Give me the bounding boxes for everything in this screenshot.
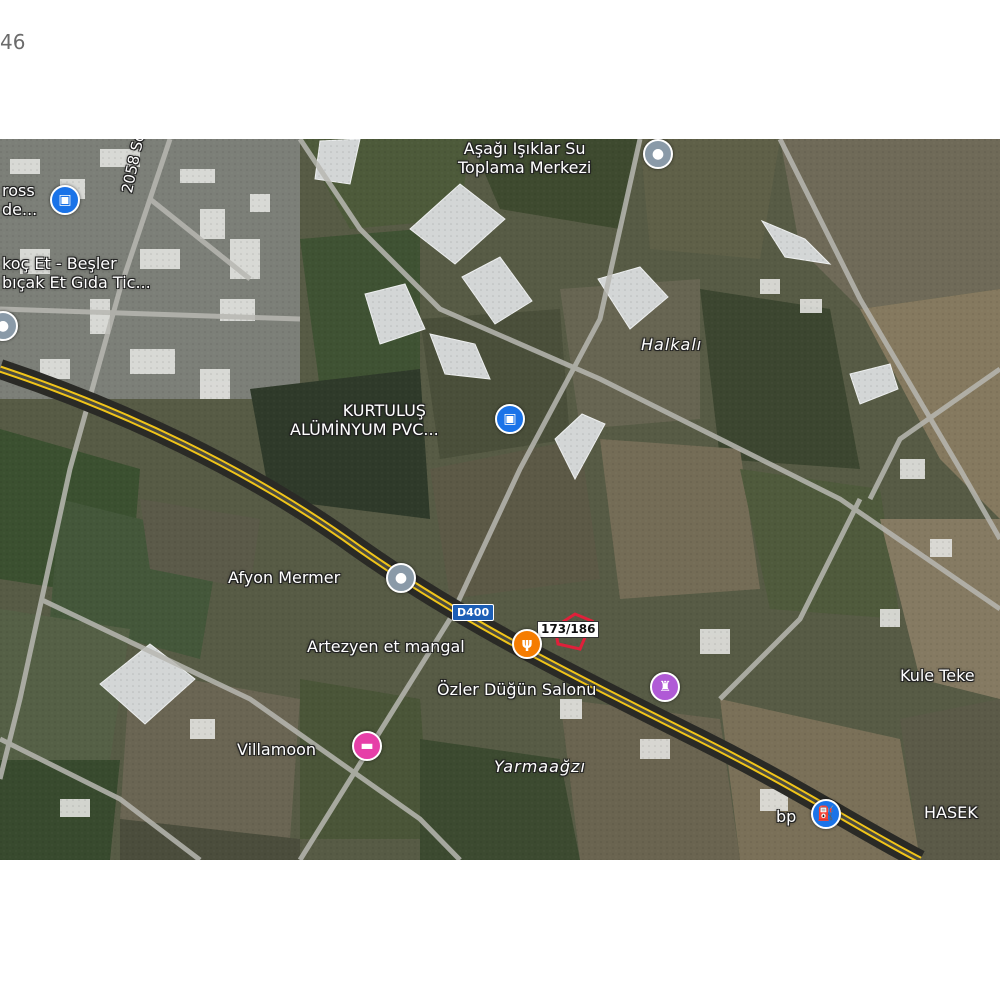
shopping-bag-icon[interactable]: ▣ [495,404,525,434]
poi-label-asagi: Aşağı Işıklar Su Toplama Merkezi [458,139,592,177]
poi-label-ozler: Özler Düğün Salonu [437,680,597,699]
poi-label-cross: ross de... [2,181,38,219]
area-label-halkali: Halkalı [641,335,703,354]
place-pin-icon[interactable]: ● [643,139,673,169]
area-label-yarmaagzi: Yarmaağzı [494,757,586,776]
parcel-label: 173/186 [537,621,600,638]
poi-label-besler: koç Et - Beşler bıçak Et Gıda Tic... [2,254,151,292]
road-shield-d400: D400 [452,604,495,621]
poi-label-kule: Kule Teke [900,666,975,685]
poi-label-artezyen: Artezyen et mangal [307,637,465,656]
poi-label-hasek: HASEK [924,803,978,822]
corner-text: 46 [0,30,26,54]
restaurant-icon[interactable]: ψ [512,629,542,659]
poi-label-kurtulus: KURTULUŞ ALÜMİNYUM PVC... [290,401,439,439]
poi-label-bp: bp [776,807,797,826]
satellite-imagery [0,139,1000,860]
poi-label-villamoon: Villamoon [237,740,317,759]
poi-label-afyon: Afyon Mermer [228,568,341,587]
hotel-icon[interactable]: ▬ [352,731,382,761]
gas-station-icon[interactable]: ⛽ [811,799,841,829]
event-hall-icon[interactable]: ♜ [650,672,680,702]
satellite-map[interactable]: D400 173/186 Aşağı Işıklar Su Toplama Me… [0,139,1000,860]
shopping-bag-icon[interactable]: ▣ [50,185,80,215]
place-pin-icon[interactable]: ● [386,563,416,593]
